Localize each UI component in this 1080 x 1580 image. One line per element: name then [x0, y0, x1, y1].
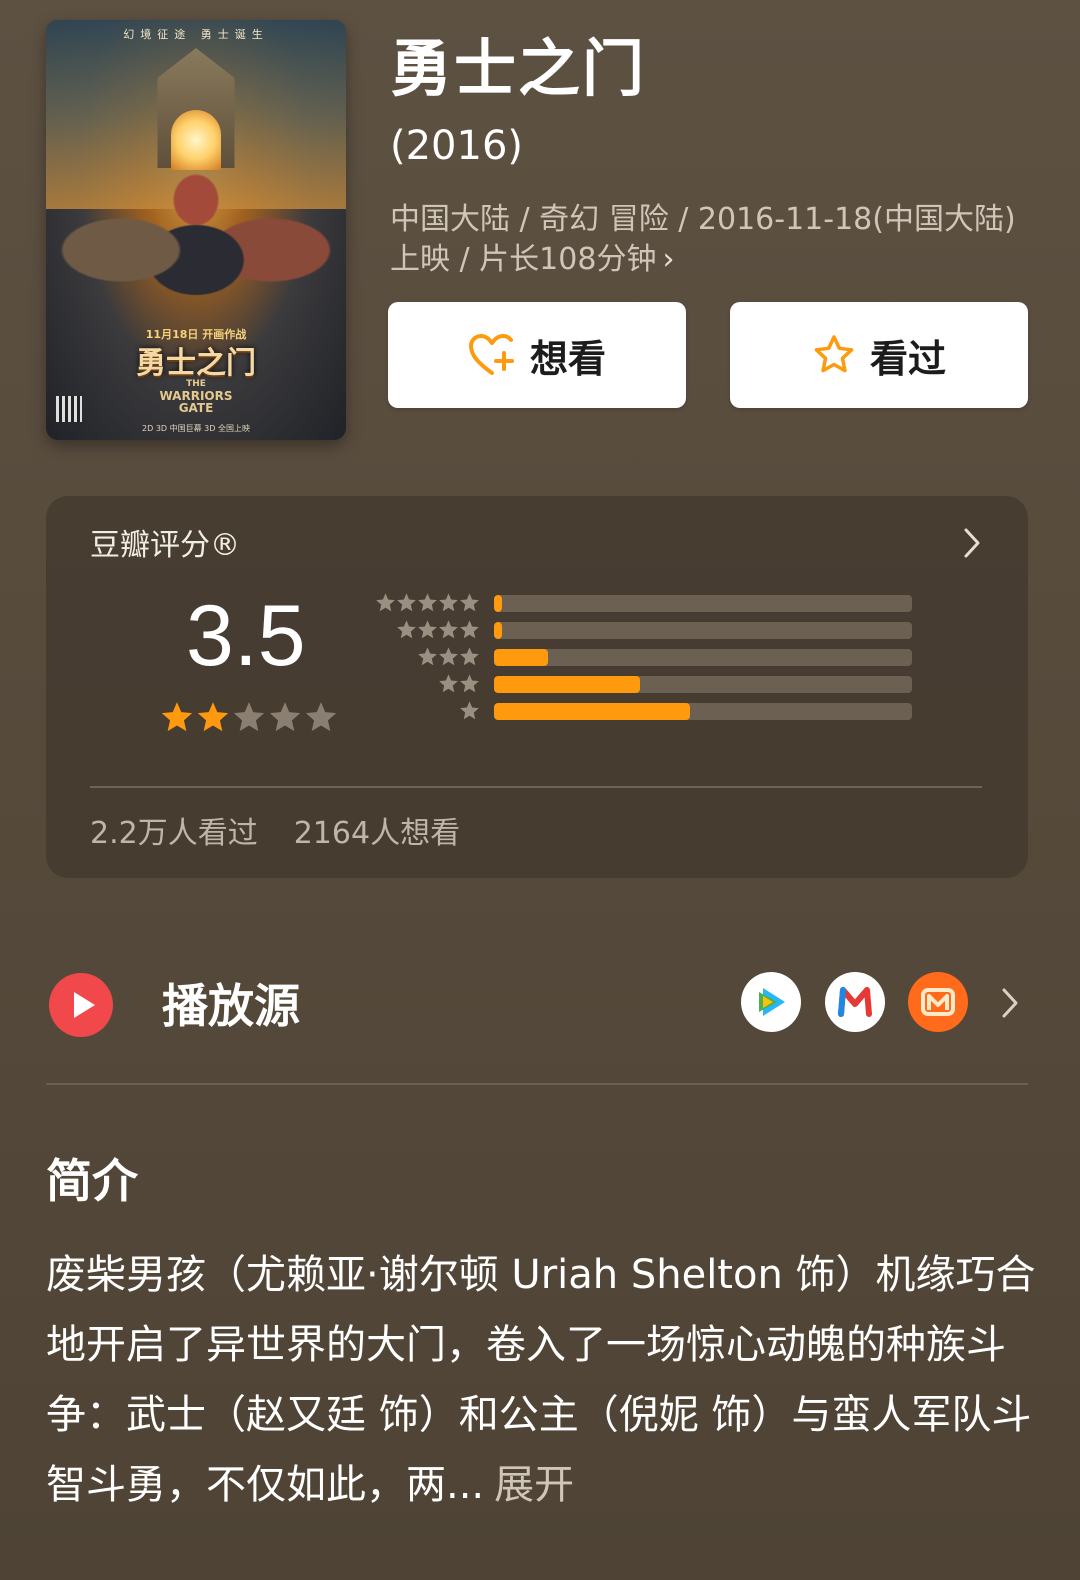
- star-small-icon: [418, 647, 437, 666]
- mango-icon[interactable]: [825, 972, 885, 1032]
- distribution-bar: [494, 649, 549, 666]
- rating-score: 3.5: [186, 588, 306, 684]
- expand-link[interactable]: 展开: [494, 1462, 574, 1508]
- distribution-stars: [417, 646, 480, 668]
- mgtv-icon[interactable]: [908, 972, 968, 1032]
- star-empty-icon: [233, 702, 265, 732]
- star-small-icon: [418, 593, 437, 612]
- tencent-video-icon[interactable]: [741, 972, 801, 1032]
- poster-qr-code: [56, 396, 82, 422]
- distribution-stars: [396, 619, 480, 641]
- star-small-icon: [439, 593, 458, 612]
- star-small-icon: [418, 620, 437, 639]
- synopsis-text-block: 废柴男孩（尤赖亚·谢尔顿 Uriah Shelton 饰）机缘巧合地开启了异世界…: [46, 1240, 1036, 1520]
- star-small-icon: [397, 620, 416, 639]
- wanted-count: 2164人想看: [293, 816, 461, 851]
- rating-heading: 豆瓣评分®: [90, 528, 240, 563]
- star-small-icon: [460, 647, 479, 666]
- poster-title: 勇士之门: [136, 346, 256, 381]
- star-small-icon: [460, 701, 479, 720]
- star-outline-icon: [814, 335, 854, 373]
- star-small-icon: [376, 593, 395, 612]
- watched-button[interactable]: 看过: [730, 302, 1028, 408]
- star-small-icon: [439, 620, 458, 639]
- movie-detail-page: 幻境征途 勇士诞生 11月18日 开画作战 勇士之门 THE WARRIORS …: [0, 0, 1080, 1580]
- distribution-track: [494, 595, 912, 612]
- tencent-video-logo: [759, 988, 785, 1016]
- distribution-track: [494, 676, 912, 693]
- movie-poster[interactable]: 幻境征途 勇士诞生 11月18日 开画作战 勇士之门 THE WARRIORS …: [46, 20, 346, 440]
- want-to-watch-label: 想看: [529, 336, 606, 381]
- star-small-icon: [439, 674, 458, 693]
- star-small-icon: [460, 620, 479, 639]
- star-filled-icon: [161, 702, 193, 732]
- chevron-right-icon[interactable]: [1000, 986, 1020, 1020]
- watched-label: 看过: [869, 336, 946, 381]
- movie-title: 勇士之门: [390, 32, 647, 105]
- distribution-stars: [459, 700, 480, 722]
- star-empty-icon: [269, 702, 301, 732]
- distribution-stars: [375, 592, 480, 614]
- distribution-track: [494, 622, 912, 639]
- star-small-icon: [439, 647, 458, 666]
- chevron-right-icon[interactable]: [962, 526, 982, 560]
- watched-count: 2.2万人看过: [90, 816, 258, 851]
- movie-meta-link[interactable]: 中国大陆 / 奇幻 冒险 / 2016-11-18(中国大陆)上映 / 片长10…: [390, 200, 1030, 280]
- chevron-right-icon: ›: [662, 242, 675, 277]
- rating-distribution-row: [372, 646, 912, 668]
- poster-portal: [171, 110, 221, 170]
- mango-logo: [838, 987, 872, 1017]
- mgtv-logo: [921, 988, 955, 1016]
- star-filled-icon: [197, 702, 229, 732]
- poster-english-title: THE WARRIORS GATE: [46, 378, 346, 414]
- distribution-stars: [438, 673, 480, 695]
- rating-distribution-row: [372, 700, 912, 722]
- rating-distribution-row: [372, 592, 912, 614]
- star-small-icon: [460, 593, 479, 612]
- star-small-icon: [460, 674, 479, 693]
- play-icon: [49, 973, 113, 1037]
- distribution-bar: [494, 676, 641, 693]
- play-source-heading: 播放源: [162, 979, 300, 1033]
- distribution-bar: [494, 622, 503, 639]
- divider: [90, 786, 982, 788]
- distribution-track: [494, 649, 912, 666]
- distribution-bar: [494, 595, 503, 612]
- star-empty-icon: [305, 702, 337, 732]
- star-small-icon: [397, 593, 416, 612]
- movie-year: (2016): [390, 123, 524, 169]
- heart-plus-icon: [468, 334, 514, 375]
- poster-english-line: GATE: [178, 401, 214, 415]
- distribution-bar: [494, 703, 691, 720]
- rating-stats: 2.2万人看过 2164人想看: [90, 814, 460, 854]
- rating-distribution-row: [372, 619, 912, 641]
- poster-tagline: 幻境征途 勇士诞生: [123, 28, 269, 41]
- distribution-track: [494, 703, 912, 720]
- rating-card[interactable]: 豆瓣评分® 3.5 2.2万人看过 2164人想看: [46, 496, 1028, 878]
- want-to-watch-button[interactable]: 想看: [388, 302, 686, 408]
- synopsis-heading: 简介: [46, 1154, 138, 1208]
- divider: [46, 1083, 1028, 1085]
- movie-meta-text: 中国大陆 / 奇幻 冒险 / 2016-11-18(中国大陆)上映 / 片长10…: [390, 202, 1016, 277]
- poster-release-formats: 2D 3D 中国巨幕 3D 全国上映: [142, 424, 250, 433]
- rating-stars: [160, 700, 338, 734]
- rating-distribution-row: [372, 673, 912, 695]
